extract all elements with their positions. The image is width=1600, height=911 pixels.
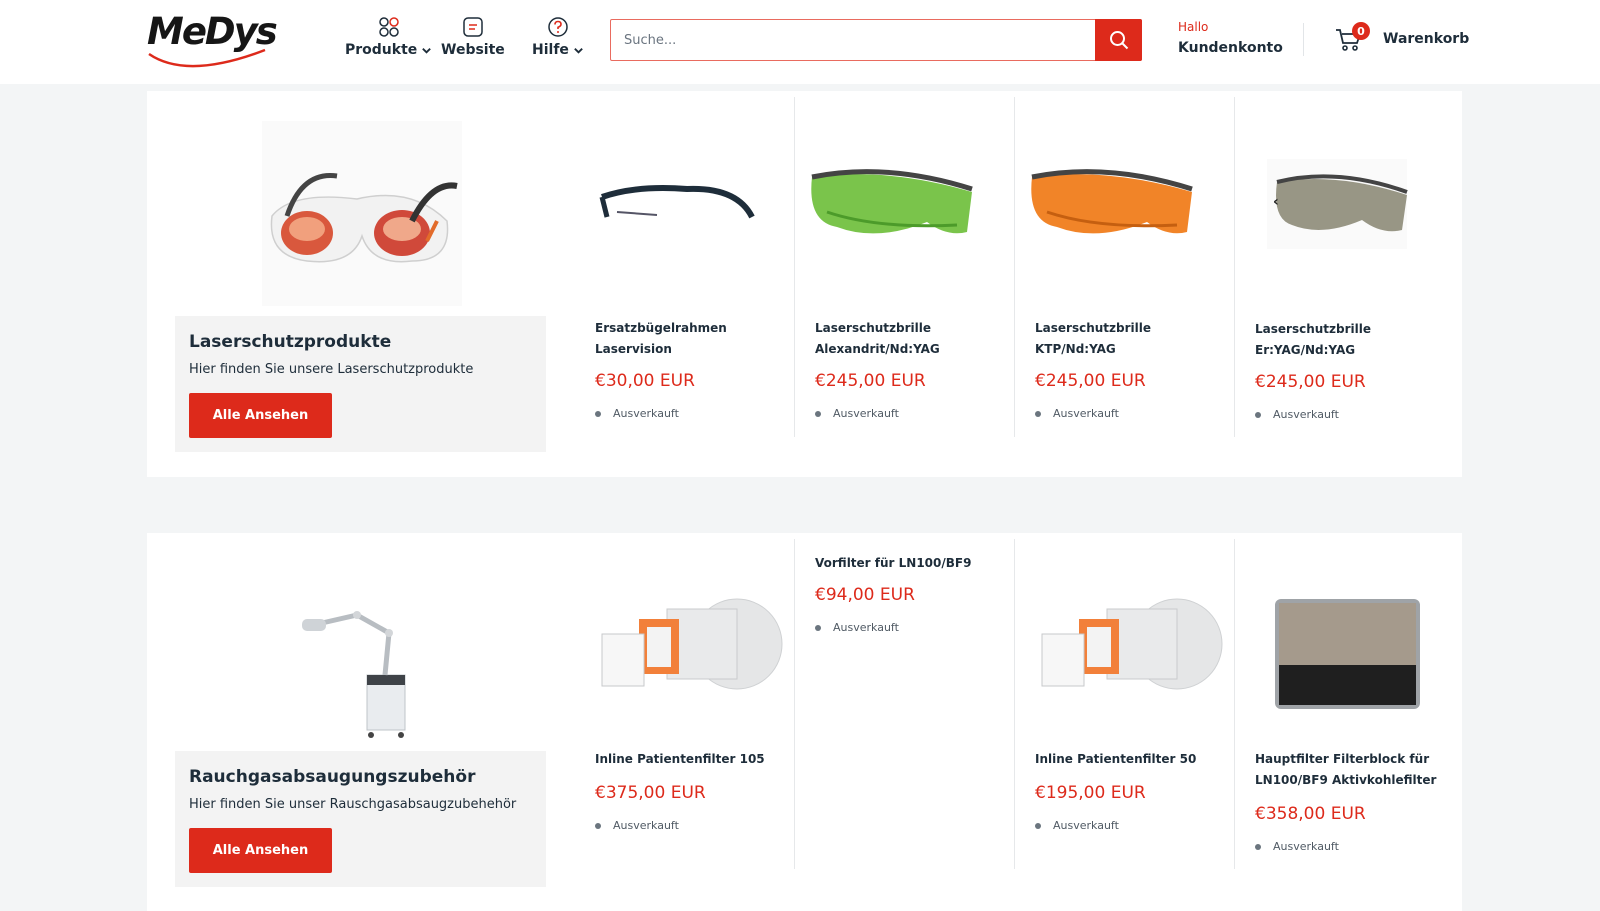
product-price: €245,00 EUR [1255, 372, 1366, 392]
collection-rauchgas: Rauchgasabsaugungszubehör Hier finden Si… [147, 533, 1462, 911]
card-divider [1234, 539, 1235, 869]
laser-goggles-image[interactable] [262, 121, 462, 306]
product-image[interactable] [577, 539, 797, 749]
product-title[interactable]: Inline Patientenfilter 50 [1035, 749, 1225, 770]
card-divider [794, 97, 795, 437]
fume-extractor-image[interactable] [297, 603, 417, 743]
chevron-down-icon [574, 47, 583, 54]
product-title[interactable]: Ersatzbügelrahmen Laservision [595, 318, 785, 360]
card-divider [1014, 539, 1015, 869]
collection-laserschutz: Laserschutzprodukte Hier finden Sie unse… [147, 91, 1462, 477]
stock-label: Ausverkauft [1053, 819, 1119, 832]
stock-label: Ausverkauft [613, 407, 679, 420]
product-image[interactable] [797, 97, 1017, 307]
account-link[interactable]: Hallo Kundenkonto [1178, 20, 1283, 56]
product-title[interactable]: Hauptfilter Filterblock für LN100/BF9 Ak… [1255, 749, 1445, 791]
cart-count-badge: 0 [1352, 22, 1370, 40]
stock-dot-icon [1035, 410, 1041, 417]
collection-subtitle: Hier finden Sie unsere Laserschutzproduk… [189, 362, 474, 377]
product-price: €375,00 EUR [595, 783, 706, 803]
cart-link[interactable]: 0 Warenkorb [1335, 22, 1470, 53]
product-price: €245,00 EUR [815, 371, 926, 391]
stock-label: Ausverkauft [613, 819, 679, 832]
account-greeting: Hallo [1178, 20, 1209, 34]
stock-status: Ausverkauft [815, 407, 899, 420]
product-image[interactable] [1237, 97, 1457, 307]
stock-dot-icon [815, 624, 821, 631]
stock-status: Ausverkauft [1255, 408, 1339, 421]
product-title[interactable]: Laserschutzbrille Er:YAG/Nd:YAG [1255, 319, 1445, 361]
stock-status: Ausverkauft [815, 621, 899, 634]
stock-status: Ausverkauft [1255, 840, 1339, 853]
stock-label: Ausverkauft [833, 407, 899, 420]
stock-dot-icon [1255, 843, 1261, 850]
nav-hilfe[interactable]: Hilfe [532, 16, 584, 62]
stock-dot-icon [1035, 822, 1041, 829]
product-price: €358,00 EUR [1255, 804, 1366, 824]
view-all-button[interactable]: Alle Ansehen [189, 828, 332, 873]
header-divider [1303, 23, 1304, 56]
collection-title: Rauchgasabsaugungszubehör [189, 767, 476, 787]
product-price: €195,00 EUR [1035, 783, 1146, 803]
product-title[interactable]: Laserschutzbrille Alexandrit/Nd:YAG [815, 318, 1005, 360]
search-bar [610, 19, 1142, 61]
stock-label: Ausverkauft [833, 621, 899, 634]
product-title[interactable]: Vorfilter für LN100/BF9 [815, 553, 1005, 574]
stock-dot-icon [595, 822, 601, 829]
product-image[interactable] [577, 97, 797, 307]
stock-label: Ausverkauft [1273, 408, 1339, 421]
search-input[interactable] [611, 20, 1095, 60]
account-label: Kundenkonto [1178, 40, 1283, 56]
document-icon [463, 17, 483, 37]
card-divider [794, 539, 795, 869]
nav-hilfe-label: Hilfe [532, 42, 569, 58]
view-all-button[interactable]: Alle Ansehen [189, 393, 332, 438]
nav-produkte[interactable]: Produkte [345, 16, 432, 62]
product-price: €245,00 EUR [1035, 371, 1146, 391]
search-icon [1109, 31, 1128, 50]
stock-dot-icon [1255, 411, 1261, 418]
nav-produkte-label: Produkte [345, 42, 418, 58]
promo-box: Rauchgasabsaugungszubehör Hier finden Si… [175, 751, 546, 887]
carousel-prev-button[interactable]: ‹ [1273, 194, 1279, 210]
stock-dot-icon [815, 410, 821, 417]
stock-status: Ausverkauft [595, 407, 679, 420]
stock-dot-icon [595, 410, 601, 417]
medys-logo[interactable]: MeDys [147, 10, 287, 68]
product-price: €30,00 EUR [595, 371, 695, 391]
product-title[interactable]: Inline Patientenfilter 105 [595, 749, 785, 770]
nav-website-label: Website [441, 42, 505, 58]
promo-box: Laserschutzprodukte Hier finden Sie unse… [175, 316, 546, 452]
grid-icon [378, 17, 399, 37]
stock-label: Ausverkauft [1273, 840, 1339, 853]
product-price: €94,00 EUR [815, 585, 915, 605]
stock-status: Ausverkauft [1035, 819, 1119, 832]
cart-label: Warenkorb [1383, 31, 1470, 47]
card-divider [1014, 97, 1015, 437]
product-image[interactable] [1017, 97, 1237, 307]
logo-swoosh [148, 48, 266, 68]
card-divider [1234, 97, 1235, 437]
product-title[interactable]: Laserschutzbrille KTP/Nd:YAG [1035, 318, 1225, 360]
stock-label: Ausverkauft [1053, 407, 1119, 420]
site-header: MeDys Produkte Website Hilfe Suche... Ha… [0, 0, 1600, 84]
chevron-down-icon [422, 47, 432, 54]
product-image[interactable] [1017, 539, 1237, 749]
stock-status: Ausverkauft [1035, 407, 1119, 420]
product-image[interactable] [1237, 539, 1457, 749]
stock-status: Ausverkauft [595, 819, 679, 832]
question-icon [548, 17, 568, 37]
collection-subtitle: Hier finden Sie unser Rauschgasabsaugzub… [189, 797, 517, 812]
search-button[interactable] [1095, 19, 1142, 61]
nav-website[interactable]: Website [441, 16, 505, 62]
collection-title: Laserschutzprodukte [189, 332, 392, 352]
